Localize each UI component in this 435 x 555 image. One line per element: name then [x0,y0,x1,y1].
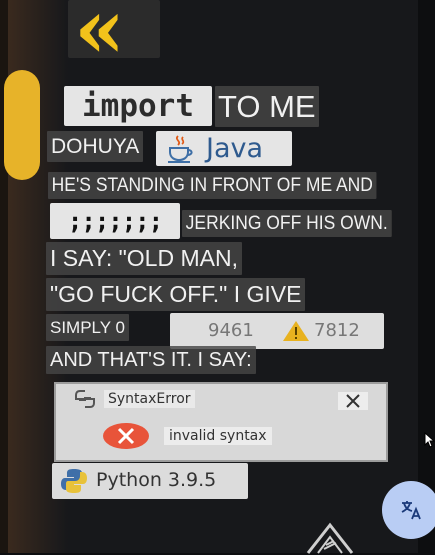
error-title: SyntaxError [104,390,195,408]
python-logo-icon [61,469,87,493]
counter-a-value: 9461 [208,320,254,341]
translate-icon [401,501,421,520]
translate-button[interactable] [382,481,435,539]
counter-b-value: 7812 [314,320,360,341]
mouse-cursor-icon [424,432,435,448]
warning-triangle-icon [283,321,309,341]
background-yellow-shape [4,70,40,180]
left-double-angle-quote-icon: « [74,0,125,77]
error-x-circle-icon [103,423,149,449]
python-version-label: Python 3.9.5 [52,463,248,499]
obfuscated-code-label: ;;;;;;; [50,203,180,239]
line5-text: I SAY: "OLD MAN, [46,242,242,275]
java-coffee-cup-icon [168,135,193,163]
java-logo-label: Java [156,131,292,166]
line8-text: AND THAT'S IT. I SAY: [46,346,256,374]
quote-box: « [68,0,160,70]
line1-text: TO ME [215,86,319,127]
close-icon[interactable] [338,392,368,410]
line2-text: DOHUYA [47,131,144,162]
line3-text: HE'S STANDING IN FRONT OF ME AND [48,172,377,199]
line4-text: JERKING OFF HIS OWN. [182,210,392,237]
counter-label: 9461 7812 [170,313,384,349]
python-version-text: Python 3.9.5 [96,469,217,491]
import-keyword-label: import [64,86,212,126]
line6-text: "GO FUCK OFF." I GIVE [46,278,306,311]
python-logo-icon [75,390,95,408]
syntax-error-dialog: SyntaxError invalid syntax [54,382,388,462]
line7-text: SIMPLY 0 [46,314,129,341]
error-message: invalid syntax [164,427,272,445]
partial-logo-icon [306,522,354,554]
java-text: Java [206,133,264,164]
